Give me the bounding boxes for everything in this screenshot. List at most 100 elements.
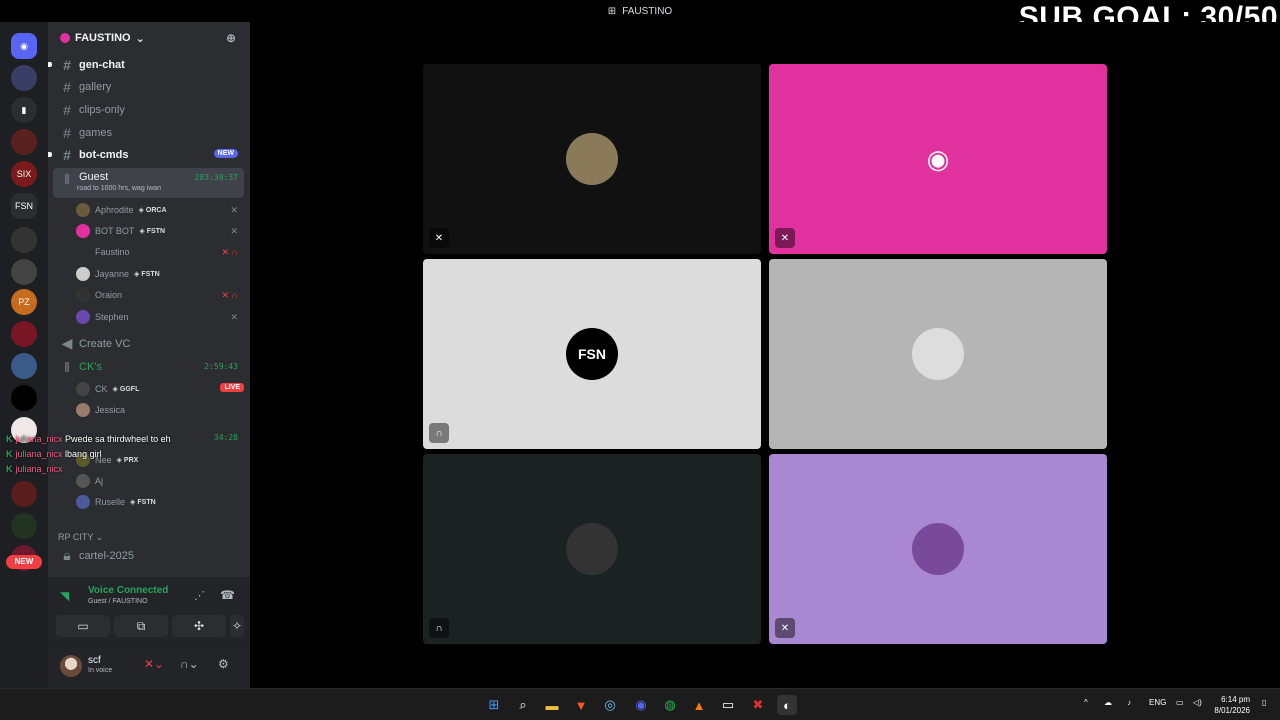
user-status: In voice <box>88 667 113 674</box>
avatar <box>76 288 90 302</box>
voice-user-row[interactable]: BOT BOT ◈ FSTN ✕ <box>76 221 244 241</box>
server-header[interactable]: FAUSTINO ⌄ ⊕ <box>48 22 250 54</box>
avatar <box>76 224 90 238</box>
voice-user-row[interactable]: CK ◈ GGFL <box>76 379 244 399</box>
notification-icon[interactable]: ▯ <box>1262 698 1266 707</box>
add-member-icon[interactable]: ⊕ <box>226 31 236 45</box>
discord-icon[interactable]: ◉ <box>631 695 651 715</box>
channel-games[interactable]: # games <box>53 122 244 143</box>
clock[interactable]: 6:14 pm 8/01/2026 <box>1214 694 1250 716</box>
voice-connected-panel: ◥ Voice Connected Guest / FAUSTINO ⋰ ☎ ▭… <box>48 577 250 647</box>
channel-gen-chat[interactable]: # gen-chat <box>48 54 244 75</box>
mute-status-icon: ✕ ∩ <box>221 289 238 300</box>
new-servers-pill[interactable]: NEW <box>6 555 42 569</box>
brave-icon[interactable]: ▼ <box>571 695 591 715</box>
channel-label: clips-only <box>79 103 125 116</box>
chat-username: juliana_nicx <box>15 434 63 444</box>
voice-channel-cks[interactable]: ‖ CK's 2:59:43 <box>53 356 244 377</box>
server-icon-server-2[interactable] <box>11 65 37 91</box>
voice-user-row[interactable]: Oraion ✕ ∩ <box>76 285 244 305</box>
speaker-icon: ◀ <box>61 335 73 351</box>
terminal-icon[interactable]: ▭ <box>718 695 738 715</box>
kick-icon: K <box>6 464 13 474</box>
voice-user-row[interactable]: Ruselle ◈ FSTN <box>76 492 244 512</box>
volume-icon[interactable]: ◁) <box>1193 698 1202 707</box>
server-icon-server-11[interactable] <box>11 353 37 379</box>
server-icon-folder[interactable]: ▮ <box>11 97 37 123</box>
cloud-icon[interactable]: ☁ <box>1104 698 1112 707</box>
voice-channel-guest[interactable]: ‖ Guest road to 1000 hrs, wag iwan 283:3… <box>53 168 244 198</box>
signal-icon[interactable]: ◥ <box>60 589 69 603</box>
avatar <box>76 310 90 324</box>
voice-channel-create-vc[interactable]: ◀ Create VC <box>53 333 244 354</box>
channel-cartel-2025[interactable]: 🔒︎ cartel-2025 <box>53 545 244 566</box>
server-icon-home[interactable]: ◉ <box>11 33 37 59</box>
screen-share-icon: ⧉ <box>136 618 146 633</box>
screen-share-button[interactable]: ⧉ <box>114 615 168 637</box>
hash-icon: # <box>63 146 71 163</box>
camera-button[interactable]: ▭ <box>56 615 110 637</box>
voice-user-name: Stephen <box>95 312 129 322</box>
tag-icon: ◈ <box>116 457 122 464</box>
voice-status-title: Voice Connected <box>88 585 169 596</box>
server-icon-server-12[interactable] <box>11 385 37 411</box>
voice-user-row[interactable]: Jayanne ◈ FSTN <box>76 264 244 284</box>
tag-icon: ◈ <box>130 499 136 506</box>
server-icon-server-14[interactable] <box>11 481 37 507</box>
tag-icon: ◈ <box>138 207 144 214</box>
voice-user-row[interactable]: Stephen ✕ <box>76 307 244 327</box>
start-icon[interactable]: ⊞ <box>484 695 504 715</box>
participant-tile[interactable] <box>769 259 1107 449</box>
noise-suppression-icon[interactable]: ⋰ <box>194 589 205 602</box>
channel-label: cartel-2025 <box>79 549 135 562</box>
clock-date: 8/01/2026 <box>1214 706 1250 715</box>
participant-tile[interactable]: ✕ <box>769 454 1107 644</box>
server-icon-sixdine[interactable]: SIX <box>11 161 37 187</box>
obs-icon[interactable]: ◐ <box>777 695 797 715</box>
voice-user-row[interactable]: Jessica <box>76 400 244 420</box>
file-explorer-icon[interactable]: ▬ <box>542 695 562 715</box>
chat-text: lbang girl <box>65 449 102 459</box>
soundboard-button[interactable]: ✧ <box>230 615 244 637</box>
app-a-icon[interactable]: ▲ <box>689 695 709 715</box>
mic-icon[interactable]: ♪ <box>1127 698 1131 707</box>
participant-tile[interactable]: ✕ <box>423 64 761 254</box>
search-icon[interactable]: ⌕ <box>513 695 533 715</box>
channel-clips-only[interactable]: # clips-only <box>53 99 244 120</box>
voice-activity-icon: ‖ <box>64 358 70 375</box>
voice-user-row[interactable]: Aphrodite ◈ ORCA ✕ <box>76 200 244 220</box>
camera-off-icon: ▭ <box>77 619 89 633</box>
server-icon-server-4[interactable] <box>11 129 37 155</box>
network-icon[interactable]: ▭ <box>1176 698 1184 707</box>
server-icon-pizzeria[interactable]: PZ <box>11 289 37 315</box>
participant-tile[interactable]: ◉ ✕ <box>769 64 1107 254</box>
participant-tile[interactable]: ∩ <box>423 454 761 644</box>
voice-user-row[interactable]: Faustino ✕ ∩ <box>76 242 244 262</box>
language-indicator[interactable]: ENG <box>1149 698 1166 707</box>
chat-overlay-message: Kjuliana_nicx <box>6 464 63 474</box>
avatar[interactable] <box>60 655 82 677</box>
headphones-icon[interactable]: ∩⌄ <box>180 657 199 671</box>
server-icon-server-8[interactable] <box>11 259 37 285</box>
gear-icon[interactable]: ⚙ <box>218 657 229 671</box>
steam-icon[interactable]: ◎ <box>600 695 620 715</box>
channel-gallery[interactable]: # gallery <box>53 76 244 97</box>
app-x-icon[interactable]: ✖ <box>748 695 768 715</box>
disconnect-icon[interactable]: ☎ <box>220 588 235 602</box>
activities-button[interactable]: ✣ <box>172 615 226 637</box>
mic-muted-icon[interactable]: ✕⌄ <box>144 657 164 671</box>
voice-user-row[interactable]: Aj <box>76 471 244 491</box>
participant-tile[interactable]: FSN ∩ <box>423 259 761 449</box>
channel-bot-cmds[interactable]: # bot-cmds NEW <box>48 144 244 165</box>
server-icon-fstn[interactable]: FSN <box>11 193 37 219</box>
participant-avatar <box>912 328 964 380</box>
server-icon-server-15[interactable] <box>11 513 37 539</box>
tray-chevron-icon[interactable]: ^ <box>1084 698 1088 707</box>
mute-status-icon: ✕ <box>429 228 449 248</box>
channel-timer: 2:59:43 <box>204 362 238 371</box>
channel-label: gallery <box>79 80 112 93</box>
server-icon-server-7[interactable] <box>11 227 37 253</box>
server-icon-server-10[interactable] <box>11 321 37 347</box>
spotify-icon[interactable]: ◍ <box>660 695 680 715</box>
category-rp-city[interactable]: RP CITY ⌄ <box>58 532 103 543</box>
